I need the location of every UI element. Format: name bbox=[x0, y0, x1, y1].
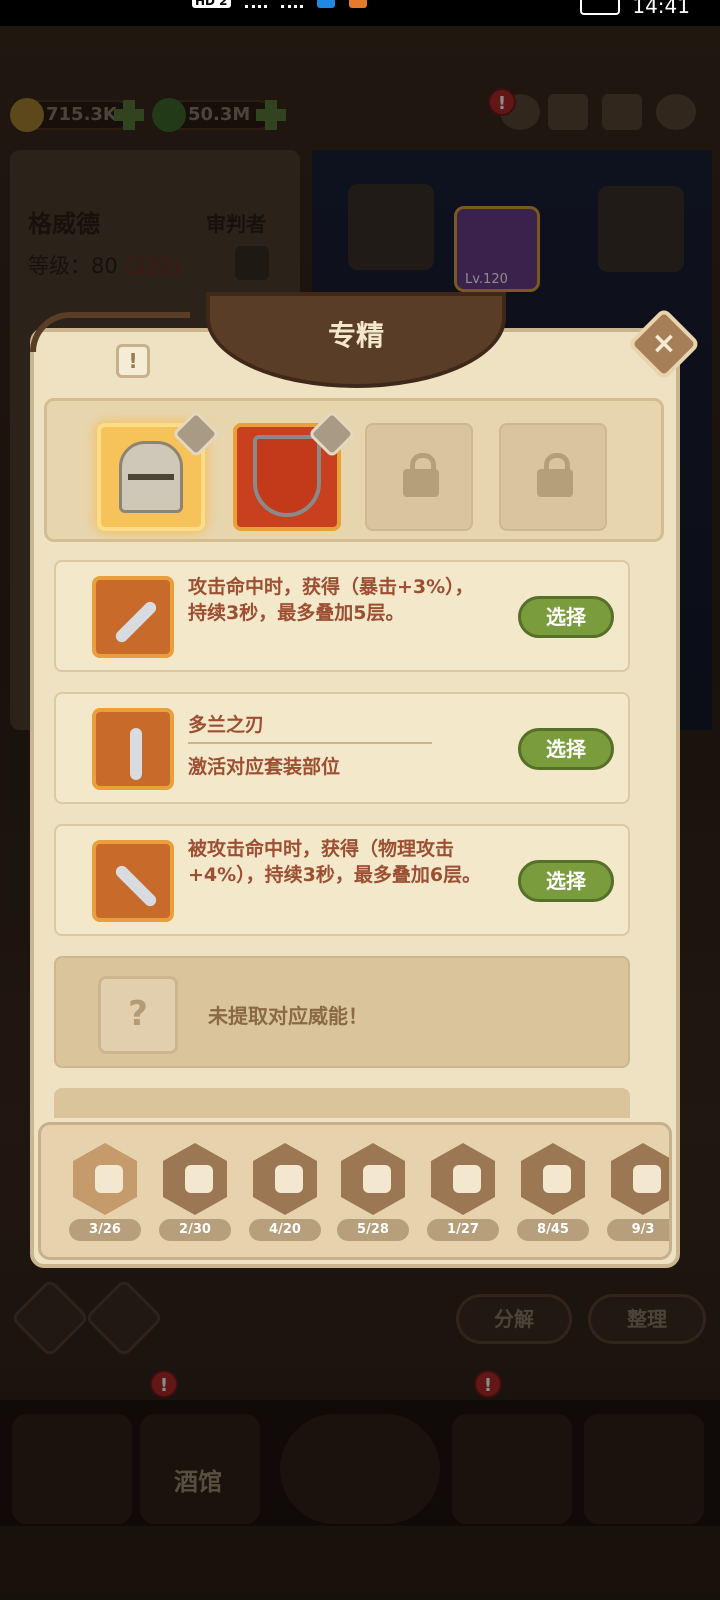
sword-icon bbox=[92, 708, 174, 790]
question-mark-icon: ? bbox=[98, 976, 178, 1054]
app-notification-icon bbox=[348, 0, 367, 8]
option-description: 被攻击命中时，获得（物理攻击+4%），持续3秒，最多叠加6层。 bbox=[188, 838, 482, 886]
specialization-option: 多兰之刃 激活对应套装部位 选择 bbox=[54, 692, 630, 804]
clock: 14:41 bbox=[632, 0, 690, 18]
locked-slot bbox=[499, 423, 607, 531]
magnifier-icon bbox=[633, 1165, 661, 1193]
empty-specialization-option: ? 未提取对应威能！ bbox=[54, 956, 630, 1068]
hd-badge: HD 2 bbox=[192, 0, 231, 8]
category-drumstick[interactable]: 2/30 bbox=[159, 1143, 231, 1253]
helmet-icon bbox=[543, 1165, 571, 1193]
select-button[interactable]: 选择 bbox=[518, 596, 614, 638]
battery-icon bbox=[580, 0, 621, 15]
app-notification-icon bbox=[316, 0, 335, 8]
lock-icon bbox=[403, 453, 439, 497]
category-book[interactable]: 1/27 bbox=[427, 1143, 499, 1253]
drumstick-icon bbox=[185, 1165, 213, 1193]
category-boot[interactable]: 3/26 bbox=[69, 1143, 141, 1253]
wolf-shield-icon bbox=[253, 435, 321, 517]
scroll-curl-decoration bbox=[30, 312, 190, 352]
helmet-slot[interactable] bbox=[97, 409, 221, 531]
option-subtitle: 激活对应套装部位 bbox=[188, 756, 341, 778]
close-icon[interactable]: × bbox=[640, 322, 688, 366]
empty-option-text: 未提取对应威能！ bbox=[208, 1004, 368, 1028]
knight-helmet-icon bbox=[119, 441, 183, 513]
select-button[interactable]: 选择 bbox=[518, 860, 614, 902]
category-bar: 3/26 2/30 4/20 5/28 1/27 8/45 9/3 bbox=[38, 1122, 672, 1260]
dagger-icon bbox=[92, 840, 174, 922]
info-icon[interactable]: ! bbox=[116, 344, 150, 378]
lock-icon bbox=[537, 453, 573, 497]
shield-slot[interactable] bbox=[233, 409, 357, 531]
modal-title: 专精 bbox=[327, 319, 384, 352]
sword-icon bbox=[275, 1165, 303, 1193]
option-description: 攻击命中时，获得（暴击+3%），持续3秒，最多叠加5层。 bbox=[188, 576, 474, 624]
select-button[interactable]: 选择 bbox=[518, 728, 614, 770]
category-magnifier[interactable]: 9/3 bbox=[607, 1143, 669, 1253]
option-title: 多兰之刃 bbox=[188, 714, 265, 736]
crossed-shield-icon bbox=[363, 1165, 391, 1193]
locked-slot bbox=[365, 423, 473, 531]
specialization-option: 攻击命中时，获得（暴击+3%），持续3秒，最多叠加5层。 选择 bbox=[54, 560, 630, 672]
category-sword[interactable]: 4/20 bbox=[249, 1143, 321, 1253]
status-bar: HD 2 14:41 bbox=[0, 0, 720, 26]
signal-icon bbox=[280, 0, 303, 8]
signal-icon bbox=[244, 0, 267, 8]
category-crossed-shield[interactable]: 5/28 bbox=[337, 1143, 409, 1253]
eye-icon[interactable] bbox=[171, 409, 221, 459]
boot-icon bbox=[95, 1165, 123, 1193]
book-icon bbox=[453, 1165, 481, 1193]
specialization-slots bbox=[44, 398, 664, 542]
dagger-icon bbox=[92, 576, 174, 658]
category-helmet[interactable]: 8/45 bbox=[517, 1143, 589, 1253]
list-item bbox=[54, 1088, 630, 1118]
divider bbox=[188, 742, 432, 744]
specialization-option: 被攻击命中时，获得（物理攻击+4%），持续3秒，最多叠加6层。 选择 bbox=[54, 824, 630, 936]
